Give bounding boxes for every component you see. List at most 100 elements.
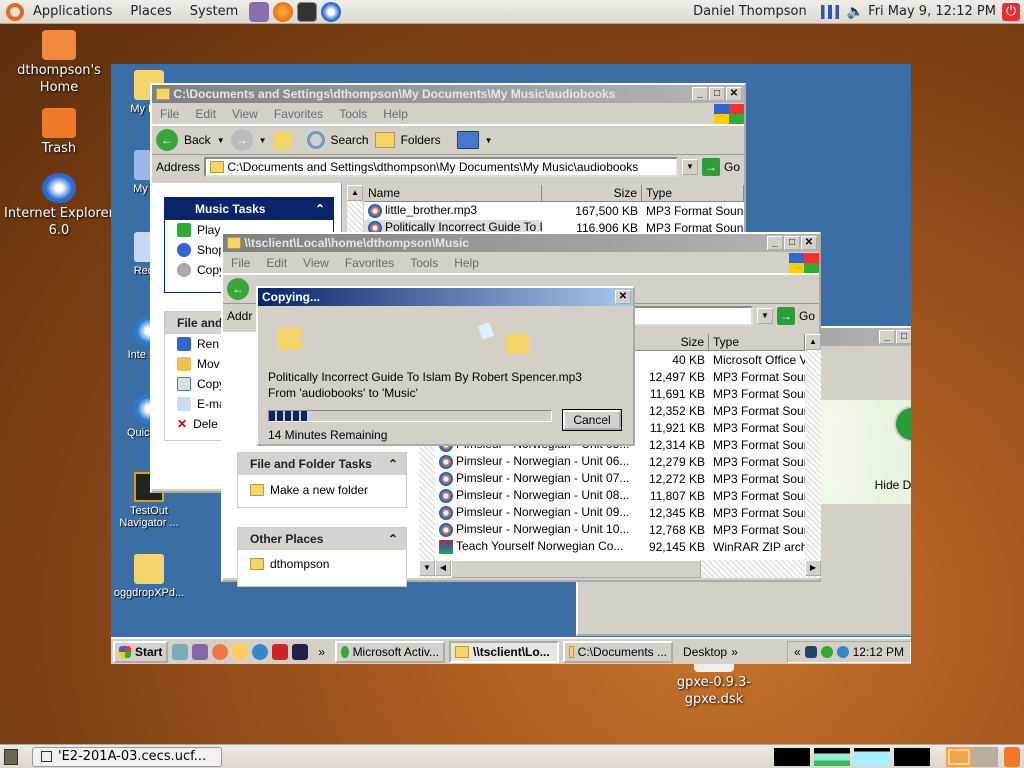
forward-button[interactable]: → — [230, 129, 253, 151]
user-name[interactable]: Daniel Thompson — [693, 4, 821, 19]
taskbar-item-activesync[interactable]: Microsoft Activ... — [335, 640, 446, 663]
signal-icon[interactable] — [820, 4, 839, 19]
quicklaunch-ie-icon[interactable] — [252, 643, 269, 660]
go-arrow-icon[interactable]: → — [701, 158, 720, 176]
task-new-folder[interactable]: Make a new folder — [238, 475, 406, 505]
firefox-icon[interactable] — [273, 1, 294, 22]
menu-file[interactable]: File — [152, 107, 187, 121]
minimize-button[interactable]: _ — [767, 236, 783, 250]
quicklaunch-firefox-icon[interactable] — [212, 643, 229, 660]
menu-edit[interactable]: Edit — [187, 107, 224, 121]
workspace-2[interactable] — [972, 746, 998, 767]
taskbar-item-documents[interactable]: C:\Documents ... — [563, 640, 674, 663]
terminal-icon[interactable] — [297, 1, 318, 22]
tray-sync-icon[interactable] — [820, 645, 833, 658]
trash-applet-icon[interactable] — [1004, 746, 1020, 767]
menu-system[interactable]: System — [181, 4, 247, 19]
network-icon[interactable] — [321, 1, 342, 22]
system-monitor[interactable] — [774, 747, 930, 766]
scroll-thumb[interactable] — [451, 560, 701, 578]
desktop-icon-ie[interactable]: Internet Explorer 6.0 — [4, 173, 114, 239]
workspace-switcher[interactable] — [946, 746, 998, 767]
dialog-title-bar[interactable]: Copying... ✕ — [258, 288, 633, 306]
menu-help[interactable]: Help — [375, 107, 416, 121]
power-icon[interactable]: ⏻ — [1002, 2, 1020, 21]
back-button[interactable]: Back — [184, 133, 211, 147]
address-dropdown[interactable]: ▼ — [756, 308, 773, 324]
desktop-icon-gpxe[interactable]: gpxe-0.9.3-gpxe.dsk — [659, 660, 769, 708]
copy-dialog[interactable]: Copying... ✕ Politically Incorrect Guide … — [256, 286, 635, 446]
menu-file[interactable]: File — [223, 256, 258, 270]
menu-tools[interactable]: Tools — [402, 256, 446, 270]
tray-quicktime-icon[interactable] — [836, 645, 849, 658]
list-scrollbar-vertical[interactable]: ▲ — [805, 334, 821, 560]
close-button[interactable]: ✕ — [615, 290, 631, 304]
file-row[interactable]: Teach Yourself Norwegian Co... 92,145 KB W… — [435, 538, 805, 555]
desktop-icon-home[interactable]: dthompson's Home — [4, 30, 114, 96]
maximize-button[interactable]: □ — [709, 87, 725, 101]
show-desktop-icon[interactable] — [4, 748, 18, 765]
column-name[interactable]: Name — [364, 185, 542, 201]
menu-view[interactable]: View — [224, 107, 266, 121]
hide-details-link[interactable]: Hide Deta — [875, 478, 911, 492]
quicklaunch-show-desktop-icon[interactable] — [172, 643, 189, 660]
menu-view[interactable]: View — [295, 256, 337, 270]
taskbar-item-tsclient[interactable]: \\tsclient\Lo... — [449, 640, 560, 663]
menu-tools[interactable]: Tools — [331, 107, 375, 121]
menu-favorites[interactable]: Favorites — [337, 256, 402, 270]
pidgin-icon[interactable] — [249, 1, 270, 22]
music-tasks-header[interactable]: Music Tasks ⌃ — [165, 198, 333, 220]
file-row[interactable]: Pimsleur - Norwegian - Unit 09... 12,345 … — [435, 504, 805, 521]
file-row[interactable]: Pimsleur - Norwegian - Unit 10... 12,768 … — [435, 521, 805, 538]
quicklaunch-pidgin-icon[interactable] — [192, 643, 209, 660]
close-button[interactable]: ✕ — [726, 87, 742, 101]
go-button[interactable]: Go — [799, 309, 815, 323]
back-arrow-icon[interactable]: ← — [156, 129, 178, 151]
address-input[interactable]: C:\Documents and Settings\dthompson\My D… — [204, 157, 678, 177]
search-button[interactable]: Search — [331, 133, 369, 147]
other-places-header[interactable]: Other Places ⌃ — [238, 528, 406, 550]
quicklaunch-note-icon[interactable] — [232, 643, 249, 660]
volume-icon[interactable]: 🔈 — [847, 4, 864, 20]
minimize-button[interactable]: _ — [879, 330, 895, 344]
list-scrollbar-horizontal[interactable]: ▼ ◀ ▶ — [419, 560, 821, 578]
close-button[interactable]: ✕ — [801, 236, 817, 250]
column-type[interactable]: Type — [709, 334, 805, 350]
file-row[interactable]: Pimsleur - Norwegian - Unit 07... 12,272 … — [435, 470, 805, 487]
column-size[interactable]: Size — [635, 334, 709, 350]
column-type[interactable]: Type — [642, 185, 744, 201]
folder-tasks-header[interactable]: File and Folder Tasks ⌃ — [238, 453, 406, 475]
menu-favorites[interactable]: Favorites — [266, 107, 331, 121]
maximize-button[interactable]: □ — [896, 330, 911, 344]
file-row[interactable]: Pimsleur - Norwegian - Unit 06... 12,279 … — [435, 453, 805, 470]
tray-network-icon[interactable] — [804, 645, 817, 658]
title-bar[interactable]: \\tsclient\Local\home\dthompson\Music _ □… — [223, 234, 819, 252]
workspace-1[interactable] — [946, 746, 972, 767]
desktop-icon-trash[interactable]: Trash — [4, 108, 114, 157]
menu-places[interactable]: Places — [121, 4, 180, 19]
go-arrow-icon[interactable]: → — [776, 307, 795, 325]
column-size[interactable]: Size — [542, 185, 642, 201]
quicklaunch-network-icon[interactable] — [292, 643, 309, 660]
folders-button[interactable]: Folders — [401, 133, 441, 147]
remote-icon-oggdrop[interactable]: oggdropXPd... — [111, 554, 189, 599]
minimize-button[interactable]: _ — [692, 87, 708, 101]
maximize-button[interactable]: □ — [784, 236, 800, 250]
desktop-toolbar[interactable]: Desktop — [683, 645, 727, 659]
menu-applications[interactable]: Applications — [24, 4, 121, 19]
remote-clock[interactable]: 12:12 PM — [853, 645, 904, 659]
address-dropdown[interactable]: ▼ — [681, 159, 698, 175]
quicklaunch-cursor-icon[interactable] — [272, 643, 289, 660]
chevron-icon[interactable]: » — [318, 645, 325, 659]
file-row[interactable]: Pimsleur - Norwegian - Unit 08... 11,807 … — [435, 487, 805, 504]
menu-edit[interactable]: Edit — [258, 256, 295, 270]
back-button[interactable]: ← — [227, 278, 249, 300]
place-dthompson[interactable]: dthompson — [238, 550, 406, 578]
remote-desktop[interactable]: My Doc My Co Recyc Inte Expl Quicl Pla T… — [111, 64, 911, 664]
taskbar-item-rdesktop[interactable]: 'E2-201A-03.cecs.ucf... — [32, 746, 222, 767]
start-button[interactable]: Start — [113, 640, 169, 663]
clock[interactable]: Fri May 9, 12:12 PM — [868, 4, 996, 19]
title-bar[interactable]: C:\Documents and Settings\dthompson\My D… — [152, 85, 744, 103]
go-button[interactable]: Go — [724, 160, 740, 174]
file-row[interactable]: little_brother.mp3 167,500 KB MP3 Format S… — [364, 202, 744, 219]
